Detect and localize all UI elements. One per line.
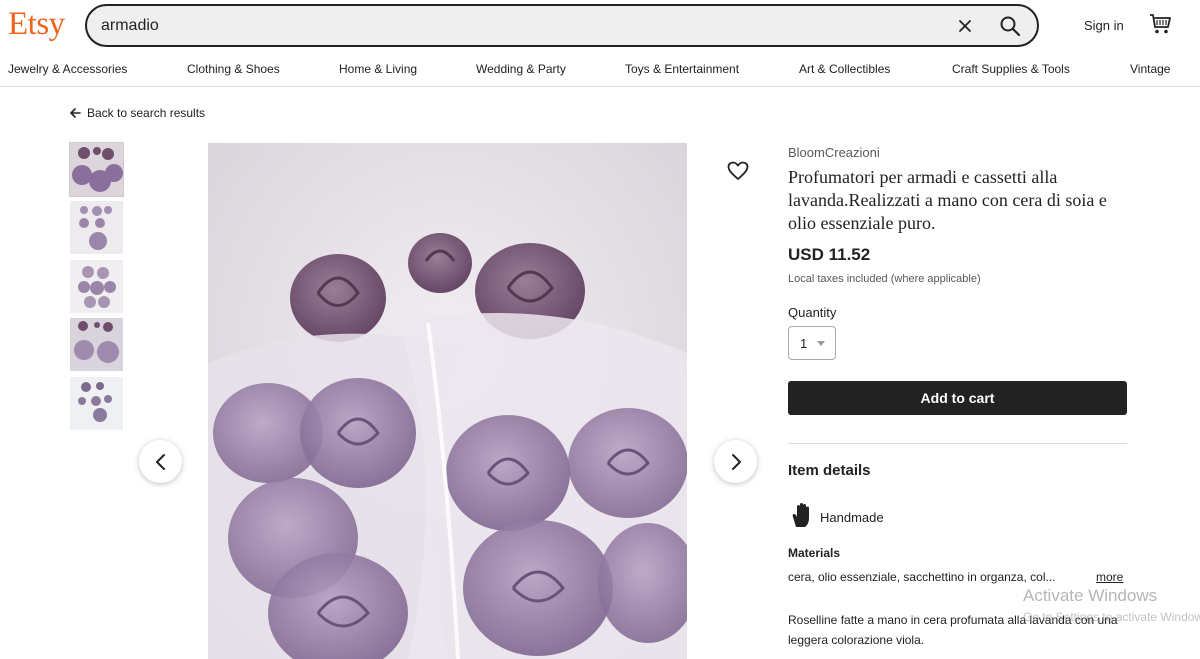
thumbnail-1[interactable]: [69, 142, 124, 197]
sign-in-link[interactable]: Sign in: [1084, 18, 1124, 33]
thumbnail-5[interactable]: [70, 377, 123, 430]
header: Etsy armadio Sign in: [0, 0, 1200, 52]
previous-image-button[interactable]: [139, 440, 182, 483]
heart-icon[interactable]: [727, 161, 749, 181]
category-nav: Jewelry & Accessories Clothing & Shoes H…: [0, 52, 1200, 87]
category-home[interactable]: Home & Living: [339, 62, 417, 76]
materials-text: cera, olio essenziale, sacchettino in or…: [788, 570, 1056, 584]
price: USD 11.52: [788, 245, 871, 264]
close-icon[interactable]: [955, 16, 975, 36]
handmade-label: Handmade: [820, 510, 884, 525]
category-clothing[interactable]: Clothing & Shoes: [187, 62, 280, 76]
cart-icon[interactable]: [1149, 13, 1173, 35]
category-toys[interactable]: Toys & Entertainment: [625, 62, 739, 76]
activate-windows-subtitle: Go to Settings to activate Windows.: [1023, 610, 1200, 624]
add-to-cart-button[interactable]: Add to cart: [788, 381, 1127, 415]
category-wedding[interactable]: Wedding & Party: [476, 62, 566, 76]
search-bar[interactable]: armadio: [85, 4, 1039, 47]
next-image-button[interactable]: [714, 440, 757, 483]
back-to-search-link[interactable]: Back to search results: [70, 106, 205, 120]
etsy-logo[interactable]: Etsy: [8, 6, 65, 43]
chevron-down-icon: [817, 341, 825, 346]
thumbnail-4[interactable]: [70, 318, 123, 371]
back-link-label: Back to search results: [87, 106, 206, 120]
arrow-left-icon: [70, 108, 81, 118]
category-jewelry[interactable]: Jewelry & Accessories: [8, 62, 127, 76]
category-art[interactable]: Art & Collectibles: [799, 62, 890, 76]
main-product-image: [208, 143, 687, 659]
thumbnail-2[interactable]: [70, 201, 123, 254]
search-input[interactable]: armadio: [101, 17, 159, 35]
category-craft[interactable]: Craft Supplies & Tools: [952, 62, 1070, 76]
quantity-select[interactable]: 1: [788, 326, 836, 360]
quantity-value: 1: [800, 336, 808, 351]
more-materials-link[interactable]: more: [1096, 570, 1123, 584]
search-icon[interactable]: [999, 15, 1021, 37]
shop-name-link[interactable]: BloomCreazioni: [788, 145, 880, 160]
item-details-heading[interactable]: Item details: [788, 462, 871, 479]
chevron-right-icon: [731, 453, 741, 470]
activate-windows-watermark: Activate Windows: [1023, 586, 1158, 605]
chevron-left-icon: [155, 453, 165, 470]
divider: [788, 443, 1127, 444]
listing-title: Profumatori per armadi e cassetti alla l…: [788, 167, 1107, 233]
quantity-label: Quantity: [788, 305, 837, 320]
materials-heading: Materials: [788, 546, 841, 560]
thumbnail-3[interactable]: [70, 260, 123, 313]
category-vintage[interactable]: Vintage: [1130, 62, 1170, 76]
hand-icon: [792, 503, 809, 527]
taxes-note: Local taxes included (where applicable): [788, 273, 981, 285]
